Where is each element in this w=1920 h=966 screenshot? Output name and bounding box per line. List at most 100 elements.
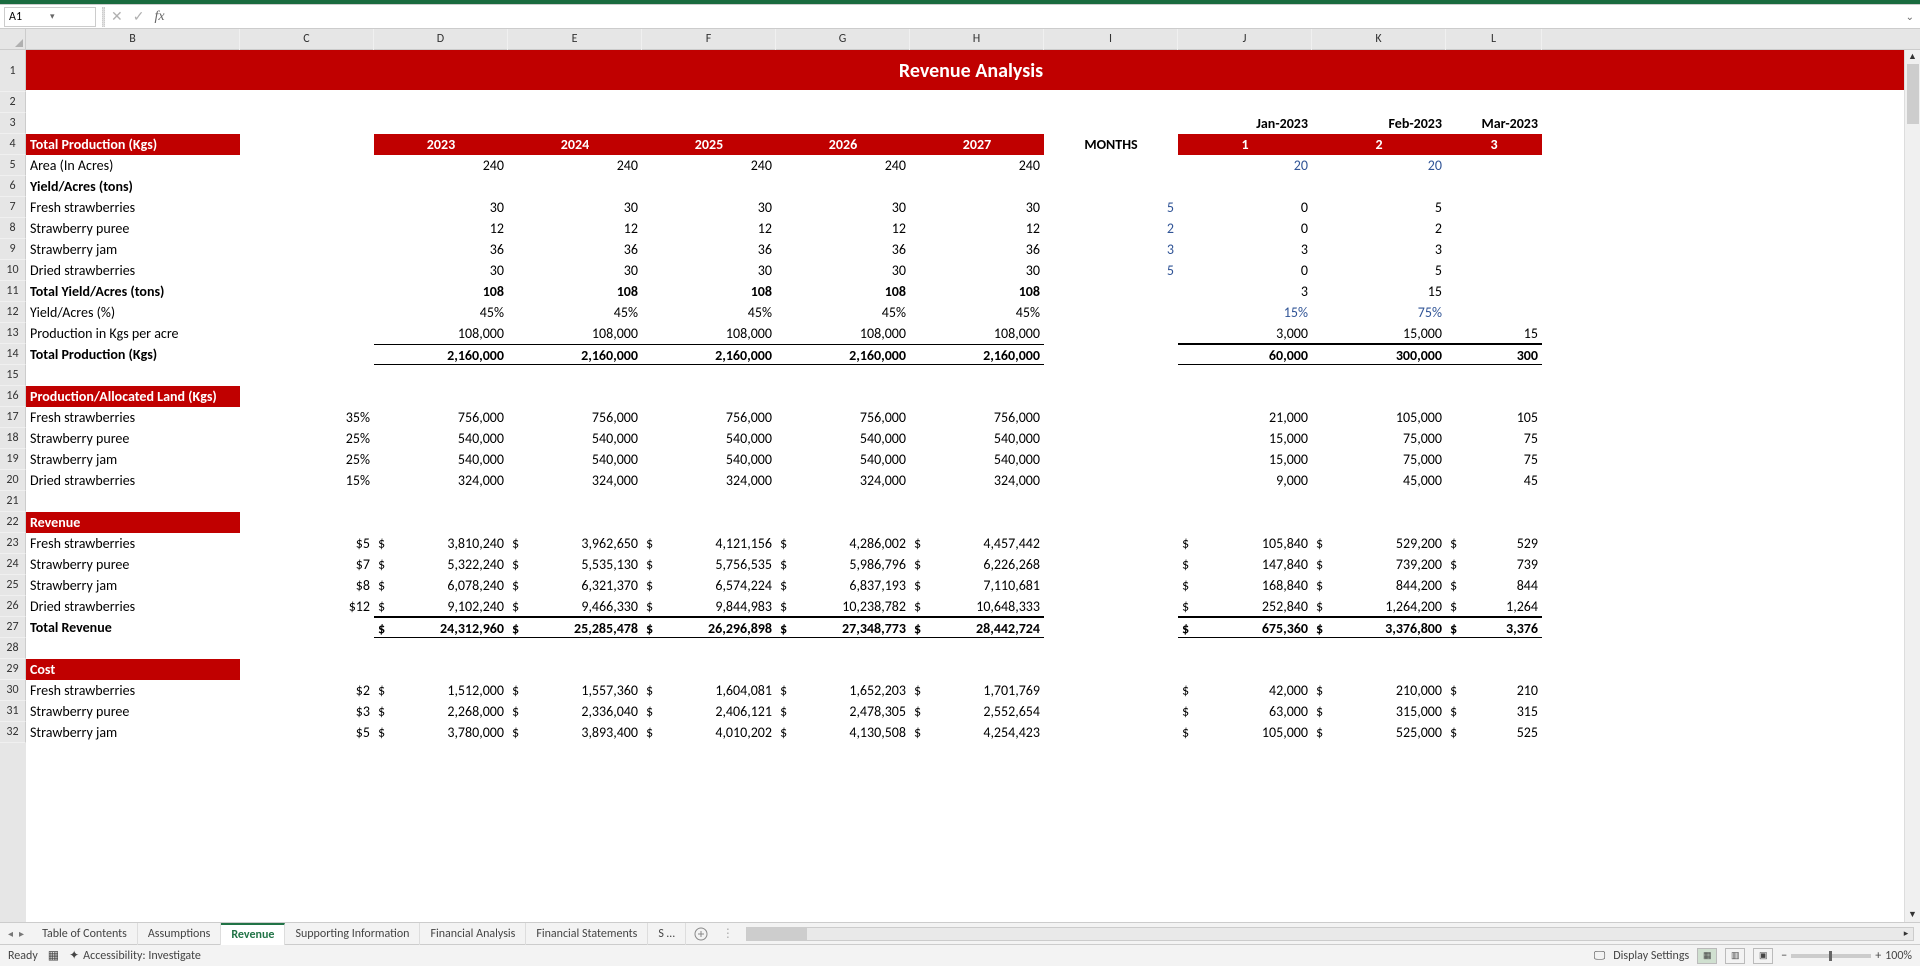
cell[interactable]: 108 [910,281,1044,302]
cell[interactable] [1446,155,1542,176]
cell[interactable]: $2,406,121 [642,701,776,722]
cell[interactable]: 540,000 [508,428,642,449]
cell[interactable] [776,365,910,386]
cell[interactable] [508,386,642,407]
cell[interactable]: 240 [776,155,910,176]
cell[interactable] [374,386,508,407]
section-header[interactable]: Cost [26,659,240,680]
cell[interactable] [374,176,508,197]
row-header[interactable]: 7 [0,197,26,218]
cell[interactable]: 2,160,000 [374,344,508,365]
cell[interactable] [240,365,374,386]
cell[interactable] [374,92,508,113]
cell[interactable]: 30 [910,197,1044,218]
cell[interactable] [1178,386,1312,407]
col-header[interactable]: H [910,29,1044,50]
cell[interactable]: 30 [642,260,776,281]
cell[interactable] [508,512,642,533]
cell[interactable] [1178,92,1312,113]
cell[interactable]: 36 [642,239,776,260]
cell[interactable]: Strawberry jam [26,449,240,470]
cell[interactable]: 2 [1044,218,1178,239]
row-header[interactable]: 8 [0,218,26,239]
cell[interactable]: $6,226,268 [910,554,1044,575]
cell[interactable]: 45% [508,302,642,323]
cell[interactable] [240,176,374,197]
cell[interactable]: 30 [642,197,776,218]
cell[interactable]: 45% [910,302,1044,323]
row-header[interactable]: 5 [0,155,26,176]
cell[interactable]: 756,000 [776,407,910,428]
row-header[interactable]: 20 [0,470,26,491]
cell[interactable] [1178,659,1312,680]
cell[interactable]: $5 [240,533,374,554]
cell[interactable] [1044,365,1178,386]
cell[interactable] [1312,638,1446,659]
cell[interactable] [1044,302,1178,323]
cell[interactable]: Feb-2023 [1312,113,1446,134]
cell[interactable]: $42,000 [1178,680,1312,701]
horizontal-scrollbar[interactable]: ◂ ▸ [746,927,1914,941]
cell[interactable] [910,113,1044,134]
cell[interactable]: 540,000 [642,428,776,449]
cell[interactable]: 75,000 [1312,428,1446,449]
cell[interactable]: 300 [1446,344,1542,365]
cell[interactable]: $7 [240,554,374,575]
sheet-tab[interactable]: Table of Contents [32,923,138,945]
cell[interactable] [1044,428,1178,449]
sheet-tab[interactable]: Assumptions [138,923,221,945]
cell[interactable]: $10,648,333 [910,596,1044,617]
cell[interactable]: Fresh strawberries [26,197,240,218]
accessibility-icon[interactable]: ✦ [69,948,79,963]
cell[interactable]: 3 [1044,239,1178,260]
cell[interactable]: $105,840 [1178,533,1312,554]
cell[interactable]: Total Yield/Acres (tons) [26,281,240,302]
cell[interactable]: 20 [1312,155,1446,176]
cell[interactable]: 2,160,000 [910,344,1044,365]
cell[interactable]: 108,000 [508,323,642,344]
cell[interactable]: 105,000 [1312,407,1446,428]
cell[interactable]: $1,264 [1446,596,1542,617]
row-header[interactable]: 10 [0,260,26,281]
cell[interactable]: $675,360 [1178,617,1312,638]
cell[interactable]: 108 [776,281,910,302]
row-header[interactable]: 26 [0,596,26,617]
cell[interactable]: Area (In Acres) [26,155,240,176]
col-header[interactable]: E [508,29,642,50]
cell[interactable]: $739,200 [1312,554,1446,575]
formula-input[interactable] [165,7,1906,27]
row-header[interactable]: 2 [0,92,26,113]
cell[interactable] [240,134,374,155]
cell[interactable]: 5 [1312,260,1446,281]
cell[interactable] [508,365,642,386]
col-header[interactable]: G [776,29,910,50]
col-header[interactable]: D [374,29,508,50]
cell[interactable]: 21,000 [1178,407,1312,428]
cell[interactable]: $315 [1446,701,1542,722]
row-header[interactable]: 16 [0,386,26,407]
cell[interactable]: $2,336,040 [508,701,642,722]
cell[interactable] [1446,512,1542,533]
cell[interactable] [26,92,240,113]
cell[interactable]: 45% [642,302,776,323]
cell[interactable]: Strawberry jam [26,722,240,743]
sheet-tab[interactable]: Financial Analysis [420,923,526,945]
sheet-tab[interactable]: S … [648,923,686,945]
cell[interactable] [1446,638,1542,659]
cell[interactable]: $4,457,442 [910,533,1044,554]
cell[interactable]: Strawberry jam [26,575,240,596]
add-sheet-button[interactable] [686,926,716,940]
cell[interactable] [1044,176,1178,197]
cell[interactable]: 540,000 [374,449,508,470]
cell[interactable] [1044,575,1178,596]
cell[interactable]: 540,000 [910,428,1044,449]
cell[interactable]: 15% [240,470,374,491]
cell[interactable]: 12 [508,218,642,239]
cell[interactable] [1312,659,1446,680]
cell[interactable]: 0 [1178,197,1312,218]
cell[interactable]: 30 [776,260,910,281]
col-header[interactable]: I [1044,29,1178,50]
cell[interactable] [776,512,910,533]
cell[interactable]: Strawberry puree [26,701,240,722]
cell[interactable] [1446,218,1542,239]
